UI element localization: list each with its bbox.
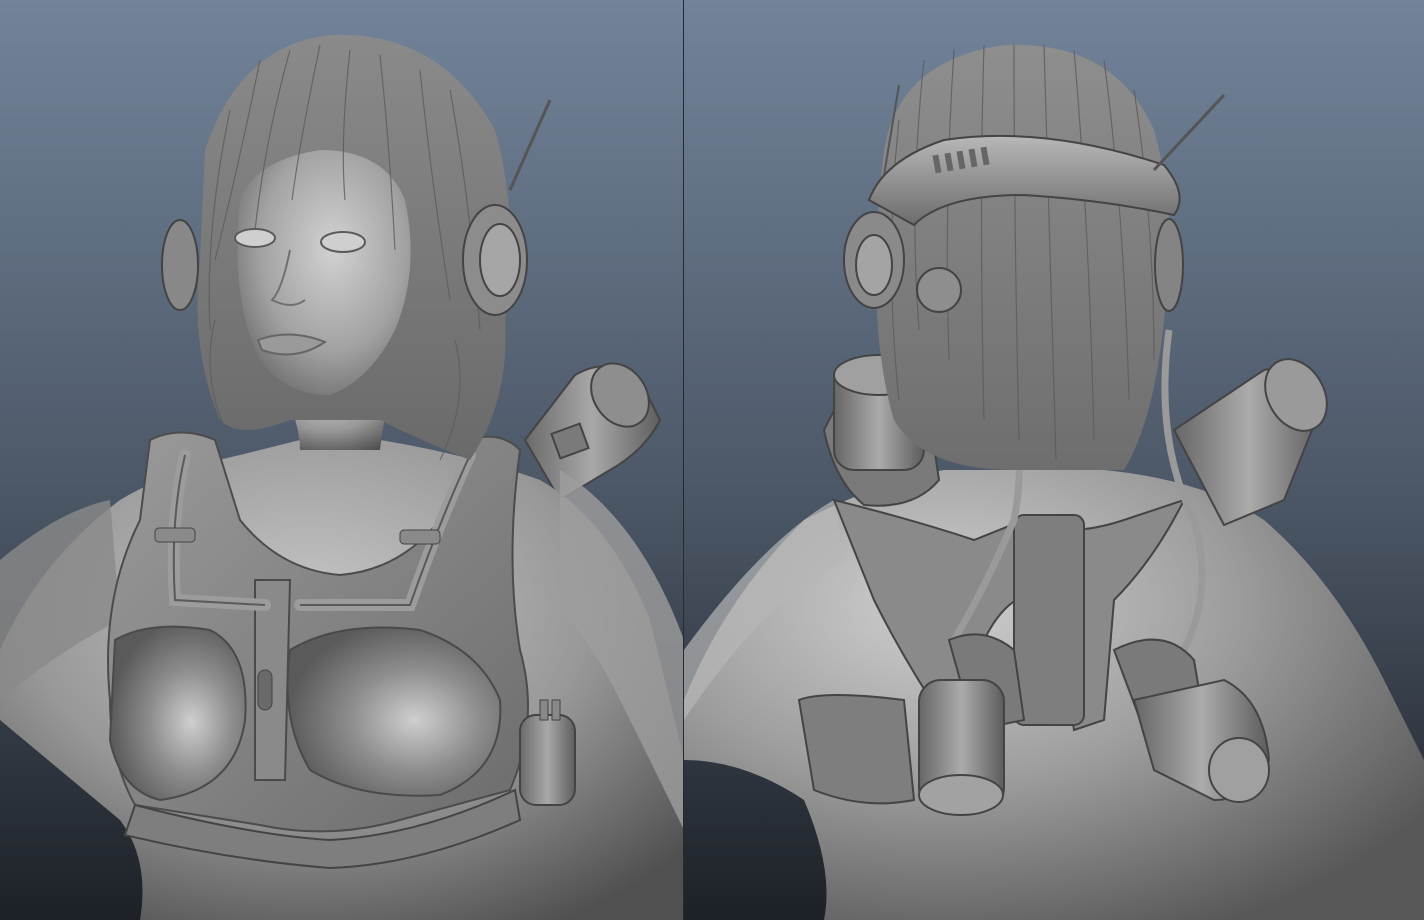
headphone-right — [1154, 218, 1184, 312]
eye-right — [320, 231, 366, 253]
viewport-back[interactable] — [684, 0, 1424, 920]
front-view-render — [0, 0, 684, 920]
spine-plate — [1013, 514, 1085, 726]
back-view-render — [684, 0, 1424, 920]
eye-left — [234, 228, 276, 248]
render-canvas — [0, 0, 1424, 920]
headphone-left — [161, 219, 199, 311]
viewport-front[interactable] — [0, 0, 684, 920]
